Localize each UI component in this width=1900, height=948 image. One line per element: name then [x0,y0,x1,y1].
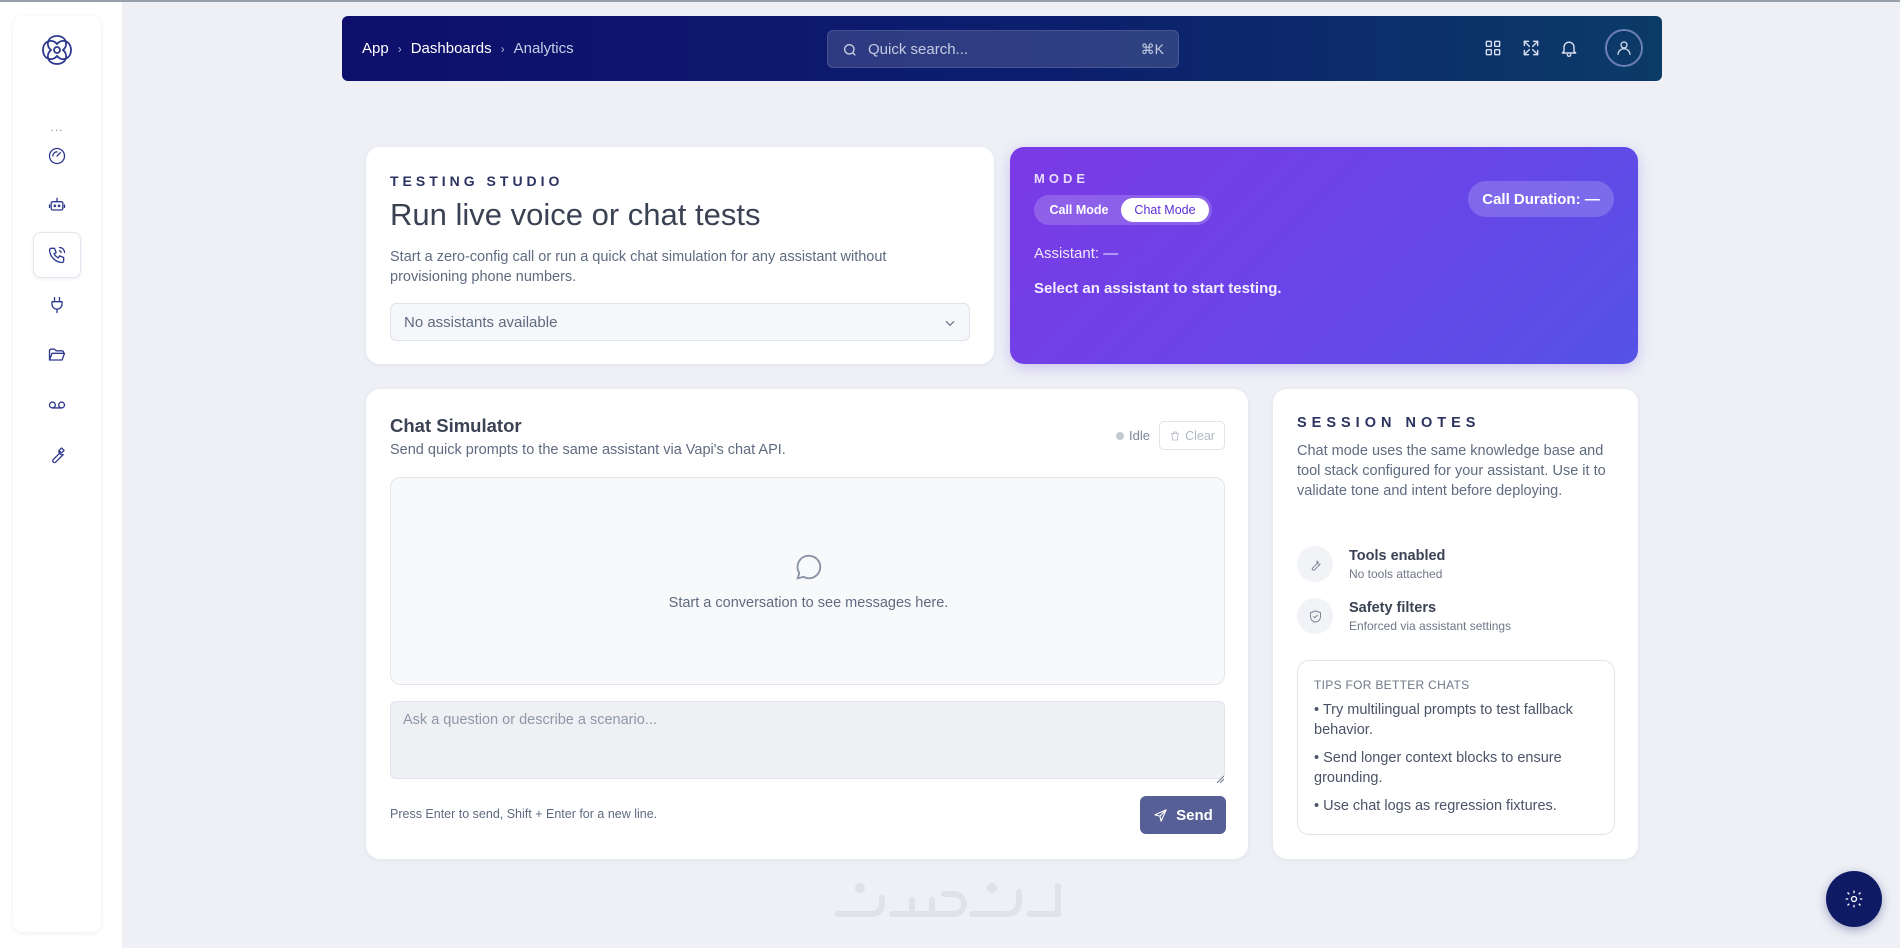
sidebar-item-assistants[interactable] [33,182,81,228]
mode-card: MODE Call Mode Chat Mode Call Duration: … [1010,147,1638,364]
send-button[interactable]: Send [1140,796,1226,834]
send-label: Send [1176,806,1213,824]
note-safety: Safety filters Enforced via assistant se… [1297,598,1511,634]
resize-grip-icon[interactable] [1216,770,1225,784]
voicemail-icon [48,401,66,409]
search-shortcut: ⌘K [1140,41,1164,57]
note-tools: Tools enabled No tools attached [1297,546,1445,582]
plug-icon [51,296,63,314]
chat-empty-text: Start a conversation to see messages her… [668,595,949,611]
studio-eyebrow: TESTING STUDIO [390,173,564,189]
sidebar-more[interactable]: ... [13,120,101,134]
chat-status: Idle [1116,428,1150,443]
call-mode-button[interactable]: Call Mode [1037,198,1121,222]
breadcrumb-analytics: Analytics [513,40,574,57]
user-avatar-button[interactable] [1605,29,1643,67]
gear-icon [1845,890,1863,908]
wrench-icon [1297,546,1333,582]
chat-title: Chat Simulator [390,415,522,436]
settings-fab[interactable] [1826,871,1882,927]
sidebar-item-files[interactable] [33,332,81,378]
quick-search[interactable]: ⌘K [827,30,1179,68]
chat-simulator-card: Chat Simulator Send quick prompts to the… [366,389,1248,859]
session-notes-card: SESSION NOTES Chat mode uses the same kn… [1273,389,1638,859]
search-input[interactable] [868,31,1128,67]
tips-title: TIPS FOR BETTER CHATS [1314,678,1470,692]
fullscreen-button[interactable] [1521,38,1541,58]
note-safety-title: Safety filters [1349,600,1437,616]
trash-icon [1171,431,1180,440]
status-label: Idle [1129,428,1150,443]
clear-button[interactable]: Clear [1159,421,1225,450]
window-top-border [0,0,1900,2]
chevron-right-icon: › [500,41,505,56]
clear-label: Clear [1185,428,1215,443]
send-icon [1154,808,1167,822]
mode-toggle: Call Mode Chat Mode [1034,195,1212,225]
mode-hint: Select an assistant to start testing. [1034,280,1282,297]
notes-description: Chat mode uses the same knowledge base a… [1297,443,1606,499]
watermark-logo [832,878,1066,930]
sidebar: ... [13,16,101,932]
call-duration-badge: Call Duration: — [1468,181,1614,217]
folder-open-icon [48,348,66,361]
notes-eyebrow: SESSION NOTES [1297,415,1481,431]
top-header: App › Dashboards › Analytics ⌘K [342,16,1662,81]
search-icon [844,44,856,56]
note-tools-title: Tools enabled [1349,548,1446,564]
assistant-select-value: No assistants available [404,313,558,331]
brand-logo-icon[interactable] [38,31,76,69]
bell-icon [1561,41,1577,57]
sidebar-item-dashboard[interactable] [33,133,81,179]
notifications-button[interactable] [1559,38,1579,58]
chevron-down-icon [945,320,955,327]
studio-description: Start a zero-config call or run a quick … [390,249,887,285]
chat-input[interactable] [390,701,1225,779]
tip-item: • Use chat logs as regression fixtures. [1314,798,1557,814]
breadcrumb-app[interactable]: App [362,40,389,57]
robot-icon [48,197,66,211]
chevron-right-icon: › [397,41,402,56]
tip-item: • Try multilingual prompts to test fallb… [1314,702,1573,738]
chat-subtitle: Send quick prompts to the same assistant… [390,442,786,458]
chat-messages-area: Start a conversation to see messages her… [390,477,1225,685]
chat-mode-button[interactable]: Chat Mode [1121,198,1209,222]
breadcrumb-dashboards[interactable]: Dashboards [411,40,492,57]
sidebar-item-integrations[interactable] [33,282,81,328]
assistant-select[interactable]: No assistants available [390,303,970,341]
user-avatar-icon [1617,41,1631,55]
mode-eyebrow: MODE [1034,171,1089,186]
chat-help-text: Press Enter to send, Shift + Enter for a… [390,807,658,821]
sidebar-item-tools[interactable] [33,432,81,478]
fullscreen-icon [1523,40,1539,56]
note-tools-subtitle: No tools attached [1349,567,1443,581]
grid-icon [1485,40,1501,56]
tip-item: • Send longer context blocks to ensure g… [1314,750,1562,786]
sidebar-item-voicemail[interactable] [33,382,81,428]
breadcrumb: App › Dashboards › Analytics [362,16,574,81]
status-dot-icon [1116,431,1124,440]
message-bubble-icon [796,554,822,580]
sidebar-item-testing[interactable] [33,232,81,278]
studio-title: Run live voice or chat tests [390,197,761,232]
gauge-icon [48,147,66,165]
selected-assistant: Assistant: — [1034,245,1119,262]
wrench-icon [52,447,65,464]
tips-box: TIPS FOR BETTER CHATS • Try multilingual… [1297,660,1615,835]
shield-check-icon [1297,598,1333,634]
apps-grid-button[interactable] [1483,38,1503,58]
testing-studio-card: TESTING STUDIO Run live voice or chat te… [366,147,994,364]
note-safety-subtitle: Enforced via assistant settings [1349,619,1512,633]
phone-call-icon [48,246,66,264]
